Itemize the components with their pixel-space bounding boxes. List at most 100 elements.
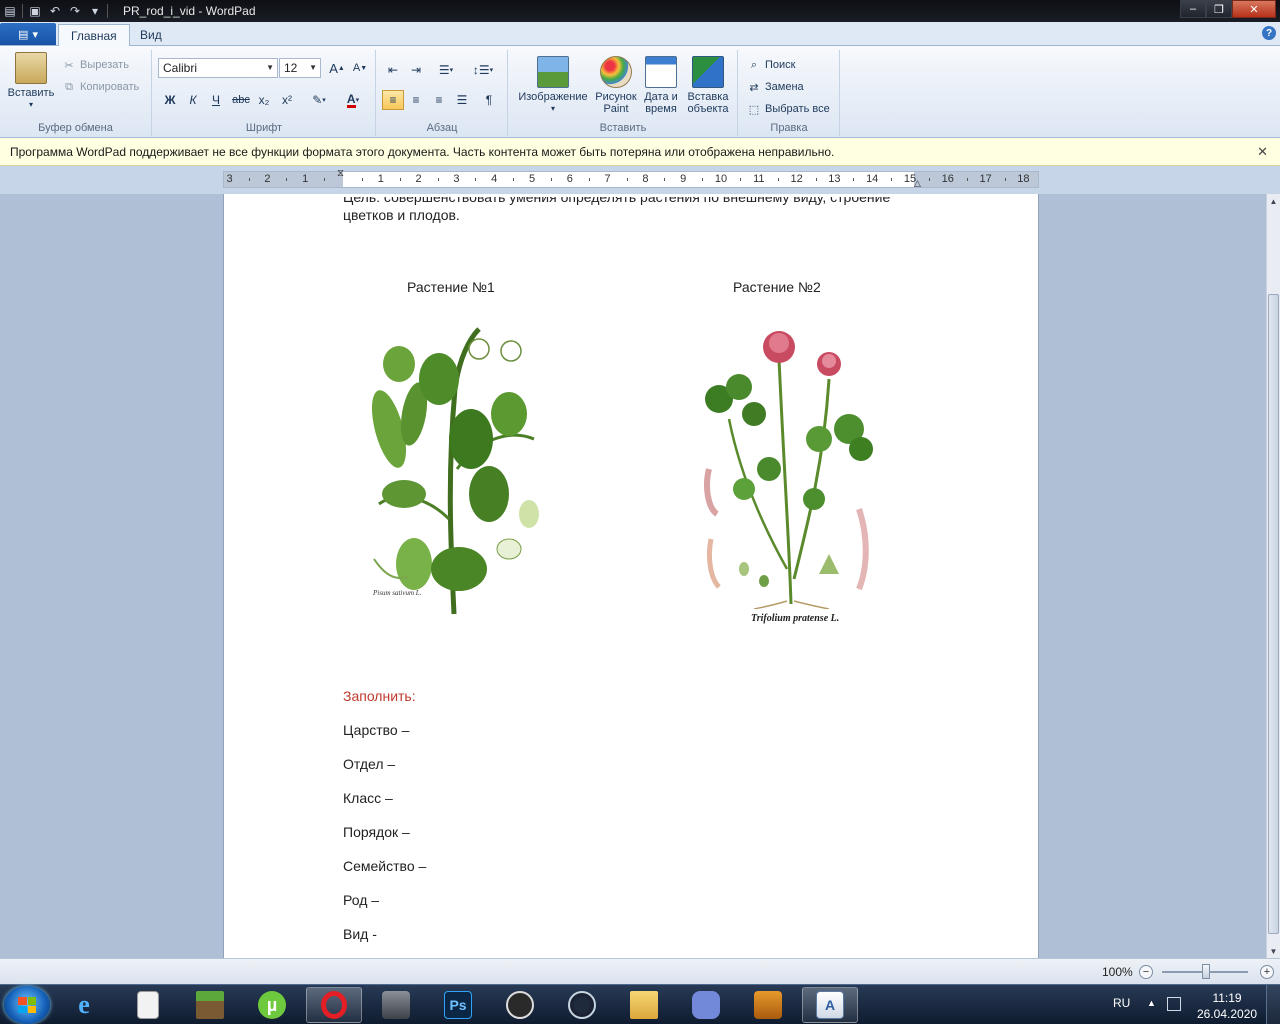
ruler-tick xyxy=(475,178,477,181)
close-infobar-icon[interactable]: ✕ xyxy=(1257,144,1268,160)
undo-icon[interactable]: ↶ xyxy=(47,3,63,19)
taskbar-steam[interactable] xyxy=(554,987,610,1023)
save-icon[interactable]: ▣ xyxy=(27,3,43,19)
maximize-button[interactable]: ❐ xyxy=(1206,0,1232,18)
cut-button[interactable]: ✂ Вырезать xyxy=(62,58,129,72)
paint-drawing-button[interactable]: Рисунок Paint xyxy=(593,56,639,115)
first-line-indent-marker[interactable]: ⧖ xyxy=(337,168,344,179)
taskbar-discord[interactable] xyxy=(678,987,734,1023)
list-icon: ☰ xyxy=(438,63,450,77)
justify-button[interactable]: ☰ xyxy=(451,90,473,110)
zoom-slider-thumb[interactable] xyxy=(1202,964,1210,979)
start-button[interactable] xyxy=(4,986,50,1024)
taskbar-file-explorer[interactable] xyxy=(616,987,672,1023)
zoom-in-button[interactable]: + xyxy=(1260,965,1274,979)
font-family-select[interactable]: Calibri ▼ xyxy=(158,58,278,78)
taxonomy-class: Класс – xyxy=(343,790,393,806)
paragraph-settings-button[interactable]: ¶ xyxy=(478,90,500,110)
minimize-button[interactable]: ‒ xyxy=(1180,0,1206,18)
underline-button[interactable]: Ч xyxy=(205,90,227,110)
ruler[interactable]: ⧖ △ 3 2 1 1 2 3 4 5 6 7 8 9 10 11 12 13 14 15 16 17 18 xyxy=(223,168,1039,188)
taskbar-photoshop[interactable]: Ps xyxy=(430,987,486,1023)
document-page[interactable]: Цель: совершенствовать умения определять… xyxy=(223,194,1039,958)
zoom-out-button[interactable]: − xyxy=(1139,965,1153,979)
redo-icon[interactable]: ↷ xyxy=(67,3,83,19)
app-menu-button[interactable]: ▤ ▾ xyxy=(0,23,56,45)
font-color-button[interactable]: A ▾ xyxy=(337,90,369,110)
text-line: цветков и плодов. xyxy=(343,207,460,223)
plant2-illustration[interactable] xyxy=(699,319,884,609)
network-icon[interactable] xyxy=(1167,997,1181,1011)
insert-image-button[interactable]: Изображение ▾ xyxy=(514,56,592,115)
taskbar-utorrent[interactable]: µ xyxy=(244,987,300,1023)
document-area[interactable]: Цель: совершенствовать умения определять… xyxy=(0,194,1266,958)
font-size-select[interactable]: 12 ▼ xyxy=(279,58,321,78)
customize-qat-icon[interactable]: ▾ xyxy=(87,3,103,19)
highlight-button[interactable]: ✎ ▾ xyxy=(303,90,335,110)
language-indicator[interactable]: RU xyxy=(1113,996,1130,1010)
plant1-illustration[interactable]: Pisum sativum L. xyxy=(359,319,554,619)
taxonomy-genus: Род – xyxy=(343,892,380,908)
binoculars-icon: ⌕ xyxy=(750,58,758,71)
tab-home[interactable]: Главная xyxy=(58,24,130,46)
close-button[interactable]: ✕ xyxy=(1232,0,1276,18)
grow-font-button[interactable]: A ▲ xyxy=(326,58,348,78)
ruler-number-right-11: 12 xyxy=(790,173,803,185)
taskbar-game-soldier[interactable] xyxy=(368,987,424,1023)
infobar-message: Программа WordPad поддерживает не все фу… xyxy=(10,145,835,159)
scroll-up-icon[interactable]: ▲ xyxy=(1267,194,1280,208)
date-time-button[interactable]: Дата и время xyxy=(640,56,682,115)
zoom-level[interactable]: 100% xyxy=(1102,965,1133,979)
app-menu-icon: ▤ xyxy=(18,28,29,41)
group-editing: ⌕ Поиск ⇄ Замена ⬚ Выбрать все Правка xyxy=(739,50,840,136)
vertical-scrollbar[interactable]: ▲ ▼ xyxy=(1266,194,1280,958)
find-button[interactable]: ⌕ Поиск xyxy=(747,58,796,72)
scroll-down-icon[interactable]: ▼ xyxy=(1267,944,1280,958)
strikethrough-button[interactable]: abc xyxy=(230,90,252,110)
help-icon[interactable]: ? xyxy=(1262,26,1276,40)
align-left-button[interactable]: ≡ xyxy=(382,90,404,110)
show-desktop-button[interactable] xyxy=(1266,985,1280,1024)
shrink-font-button[interactable]: A ▼ xyxy=(349,58,371,78)
scrollbar-thumb[interactable] xyxy=(1268,294,1279,934)
subscript-button[interactable]: x₂ xyxy=(253,90,275,110)
align-center-button[interactable]: ≡ xyxy=(405,90,427,110)
taskbar-counter-strike[interactable] xyxy=(740,987,796,1023)
taskbar-wordpad[interactable]: A xyxy=(802,987,858,1023)
superscript-button[interactable]: x² xyxy=(276,90,298,110)
show-hidden-icons-icon[interactable]: ▲ xyxy=(1147,998,1156,1008)
italic-button[interactable]: К xyxy=(182,90,204,110)
decrease-indent-icon[interactable]: ⇤ xyxy=(382,60,404,80)
taskbar-opera[interactable] xyxy=(306,987,362,1023)
insert-object-button[interactable]: Вставка объекта xyxy=(683,56,733,115)
ruler-number-left-2: 1 xyxy=(302,173,309,185)
taskbar-obs[interactable] xyxy=(492,987,548,1023)
minecraft-icon xyxy=(196,991,224,1019)
taxonomy-order: Порядок – xyxy=(343,824,410,840)
tab-view[interactable]: Вид xyxy=(128,24,174,46)
replace-button[interactable]: ⇄ Замена xyxy=(747,80,803,94)
ruler-tick xyxy=(664,178,666,181)
taskbar-minecraft[interactable] xyxy=(182,987,238,1023)
plant1-caption: Pisum sativum L. xyxy=(372,589,422,597)
taskbar-notepad[interactable] xyxy=(120,987,176,1023)
paste-button[interactable]: Вставить ▾ xyxy=(6,52,56,111)
copy-button[interactable]: ⧉ Копировать xyxy=(62,80,139,94)
ruler-tick xyxy=(399,178,401,181)
line-spacing-button[interactable]: ↕☰ ▾ xyxy=(467,60,499,80)
ruler-number-right-15: 16 xyxy=(941,173,954,185)
paragraph-icon: ¶ xyxy=(485,93,493,107)
ruler-number-right-2: 3 xyxy=(453,173,460,185)
photoshop-icon: Ps xyxy=(444,991,472,1019)
align-right-button[interactable]: ≡ xyxy=(428,90,450,110)
clock[interactable]: 11:19 26.04.2020 xyxy=(1197,990,1257,1022)
bold-button[interactable]: Ж xyxy=(159,90,181,110)
highlighter-icon: ✎ xyxy=(312,93,323,107)
increase-indent-icon[interactable]: ⇥ xyxy=(405,60,427,80)
group-label: Буфер обмена xyxy=(38,122,113,134)
app-icon[interactable]: ▤ xyxy=(2,3,18,19)
bullets-button[interactable]: ☰ ▾ xyxy=(430,60,462,80)
select-all-button[interactable]: ⬚ Выбрать все xyxy=(747,102,830,116)
chevron-down-icon: ▾ xyxy=(449,67,454,74)
taskbar-ie[interactable]: e xyxy=(56,987,112,1023)
